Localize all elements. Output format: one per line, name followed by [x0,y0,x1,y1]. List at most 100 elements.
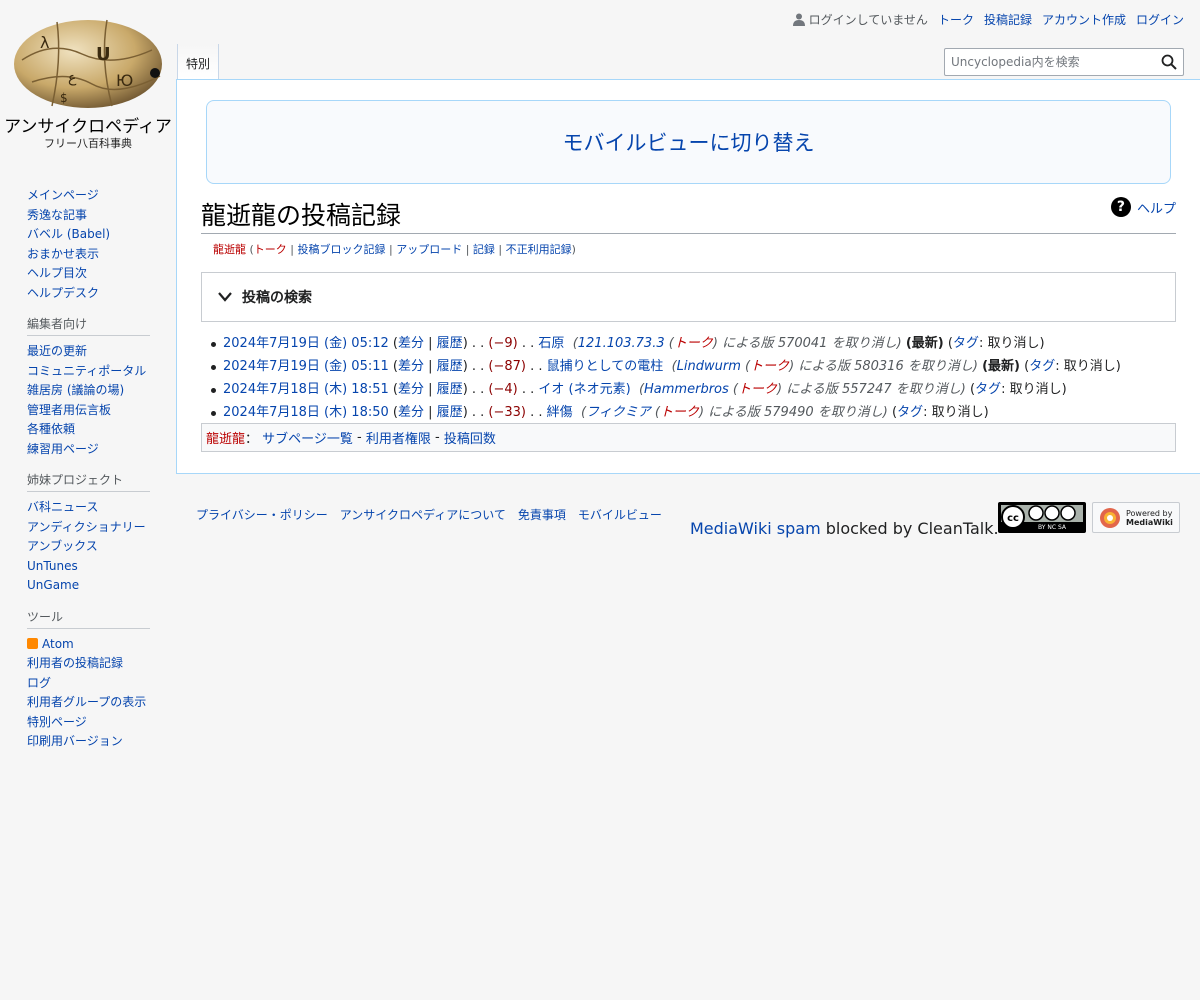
summary-user-talk-link[interactable]: トーク [738,382,777,397]
sidebar-nav-link[interactable]: メインページ [27,188,99,202]
sidebar-editors-link[interactable]: コミュニティポータル [27,364,146,378]
sidebar-editors-link[interactable]: 最近の更新 [27,344,87,358]
tab-special[interactable]: 特別 [177,44,219,79]
cleantalk-link[interactable]: MediaWiki spam [690,519,821,538]
talk-link[interactable]: トーク [938,11,974,28]
sidebar-sister-list: バ科ニュースアンディクショナリー アンブックス UnTunes UnGame [27,498,150,596]
uploads-link[interactable]: アップロード [396,243,462,256]
sidebar-editors-item: 雑居房 (議論の場) [27,381,150,401]
summary-user-talk-link[interactable]: トーク [674,336,713,351]
size-change: (−4) [488,382,518,397]
sidebar-sister-link[interactable]: UnGame [27,578,79,592]
tag-link[interactable]: タグ [897,405,923,420]
sidebar-nav-link[interactable]: バベル (Babel) [27,227,110,241]
user-link[interactable]: 龍逝龍 [206,428,245,447]
revision-date-link[interactable]: 2024年7月18日 (木) 18:50 [223,405,389,420]
summary-user-talk-link[interactable]: トーク [660,405,699,420]
contributions-link[interactable]: 投稿記録 [984,11,1032,28]
revision-date-link[interactable]: 2024年7月19日 (金) 05:11 [223,359,389,374]
revision-date-link[interactable]: 2024年7月19日 (金) 05:12 [223,336,389,351]
diff-link[interactable]: 差分 [398,382,424,397]
abuse-log-link[interactable]: 不正利用記録 [506,243,572,256]
contribution-row: 2024年7月18日 (木) 18:50 (差分 | 履歴) . . (−33)… [201,401,1121,424]
about-link[interactable]: アンサイクロペディアについて [340,506,506,523]
size-change: (−9) [488,336,518,351]
rss-icon [27,637,38,649]
history-link[interactable]: 履歴 [437,336,463,351]
powered-by-mediawiki-badge[interactable]: Powered by MediaWiki [1092,502,1180,533]
sidebar-nav-link[interactable]: ヘルプデスク [27,286,99,300]
user-talk-link[interactable]: トーク [254,243,287,256]
contribution-row: 2024年7月18日 (木) 18:51 (差分 | 履歴) . . (−4) … [201,378,1121,401]
sidebar-nav-link[interactable]: 秀逸な記事 [27,208,87,222]
sidebar-nav-link[interactable]: ヘルプ目次 [27,266,87,280]
cc-license-badge[interactable]: cc BY NC SA [998,502,1086,533]
sidebar-tools-link[interactable]: 特別ページ [27,715,87,729]
diff-link[interactable]: 差分 [398,405,424,420]
summary-user-link[interactable]: フィクミア [586,405,651,420]
summary-user-link[interactable]: Lindwurm [677,359,741,374]
privacy-link[interactable]: プライバシー・ポリシー [196,506,328,523]
search-input[interactable] [945,55,1157,69]
search-icon[interactable] [1161,54,1177,70]
contributions-search-toggle[interactable]: 投稿の検索 [201,272,1176,322]
mobile-view-link[interactable]: モバイルビュー [578,506,662,523]
svg-text:U: U [96,44,111,65]
sidebar-sister-link[interactable]: バ科ニュース [27,500,98,514]
sidebar-sister-item: UnTunes [27,557,150,577]
page-link[interactable]: 鼠捕りとしての電柱 [547,359,664,374]
site-logo[interactable]: U λ ع Ю $ アンサイクロペディア フリー八百科事典 [0,0,176,160]
tag-name: 取り消し [1063,359,1116,374]
sidebar-tools-link[interactable]: 利用者グループの表示 [27,695,146,709]
sidebar-tools-item: 特別ページ [27,713,150,733]
sidebar-nav-item: バベル (Babel) [27,225,150,245]
user-rights-link[interactable]: 利用者権限 [366,428,431,447]
sidebar-editors-link[interactable]: 各種依頼 [27,422,75,436]
summary-user-link[interactable]: Hammerbros [644,382,729,397]
sidebar-tools-list: Atom 利用者の投稿記録 ログ利用者グループの表示 特別ページ印刷用バージョン [27,635,150,752]
subpages-link[interactable]: サブページ一覧 [262,428,353,447]
diff-link[interactable]: 差分 [398,359,424,374]
summary-revision-id: 580316 [854,359,904,374]
page-link[interactable]: 絆傷 [547,405,573,420]
page-link[interactable]: 石原 [538,336,564,351]
mobile-view-switch-button[interactable]: モバイルビューに切り替え [206,100,1171,184]
svg-text:λ: λ [40,33,49,52]
disclaimer-link[interactable]: 免責事項 [518,506,566,523]
sidebar-tools-link[interactable]: ログ [27,676,51,690]
sidebar-tools-link[interactable]: 印刷用バージョン [27,734,123,748]
history-link[interactable]: 履歴 [437,382,463,397]
sidebar-nav-link[interactable]: おまかせ表示 [27,247,99,261]
sidebar-heading-tools: ツール [27,610,150,629]
sidebar-editors-link[interactable]: 雑居房 (議論の場) [27,383,124,397]
sidebar-editors-link[interactable]: 練習用ページ [27,442,99,456]
logs-link[interactable]: 記録 [473,243,495,256]
history-link[interactable]: 履歴 [437,359,463,374]
revision-date-link[interactable]: 2024年7月18日 (木) 18:51 [223,382,389,397]
help-link[interactable]: ? ヘルプ [1110,197,1176,217]
summary-by-label: による版 [722,336,774,351]
summary-user-link[interactable]: 121.103.73.3 [578,336,665,351]
tag-link[interactable]: タグ [975,382,1001,397]
history-link[interactable]: 履歴 [437,405,463,420]
sidebar-editors-link[interactable]: 管理者用伝言板 [27,403,111,417]
sidebar-sister-link[interactable]: アンディクショナリー [27,520,146,534]
user-page-link[interactable]: 龍逝龍 [213,243,246,256]
mediawiki-flower-icon [1100,507,1120,528]
tag-link[interactable]: タグ [1029,359,1055,374]
diff-link[interactable]: 差分 [398,336,424,351]
login-link[interactable]: ログイン [1136,11,1184,28]
tag-link[interactable]: タグ [953,336,979,351]
sidebar-sister-link[interactable]: アンブックス [27,539,98,553]
block-log-link[interactable]: 投稿ブロック記録 [298,243,386,256]
help-icon: ? [1110,197,1131,217]
sidebar-sister-link[interactable]: UnTunes [27,559,78,573]
summary-user-talk-link[interactable]: トーク [750,359,789,374]
sidebar-tools-link[interactable]: 利用者の投稿記録 [27,656,123,670]
create-account-link[interactable]: アカウント作成 [1042,11,1126,28]
sidebar-tools-link[interactable]: Atom [42,637,74,651]
user-tool-links: 龍逝龍 ： サブページ一覧 - 利用者権限 - 投稿回数 [201,423,1176,452]
edit-count-link[interactable]: 投稿回数 [444,428,496,447]
contributions-list: 2024年7月19日 (金) 05:12 (差分 | 履歴) . . (−9) … [201,332,1121,424]
page-link[interactable]: イオ (ネオ元素) [538,382,630,397]
